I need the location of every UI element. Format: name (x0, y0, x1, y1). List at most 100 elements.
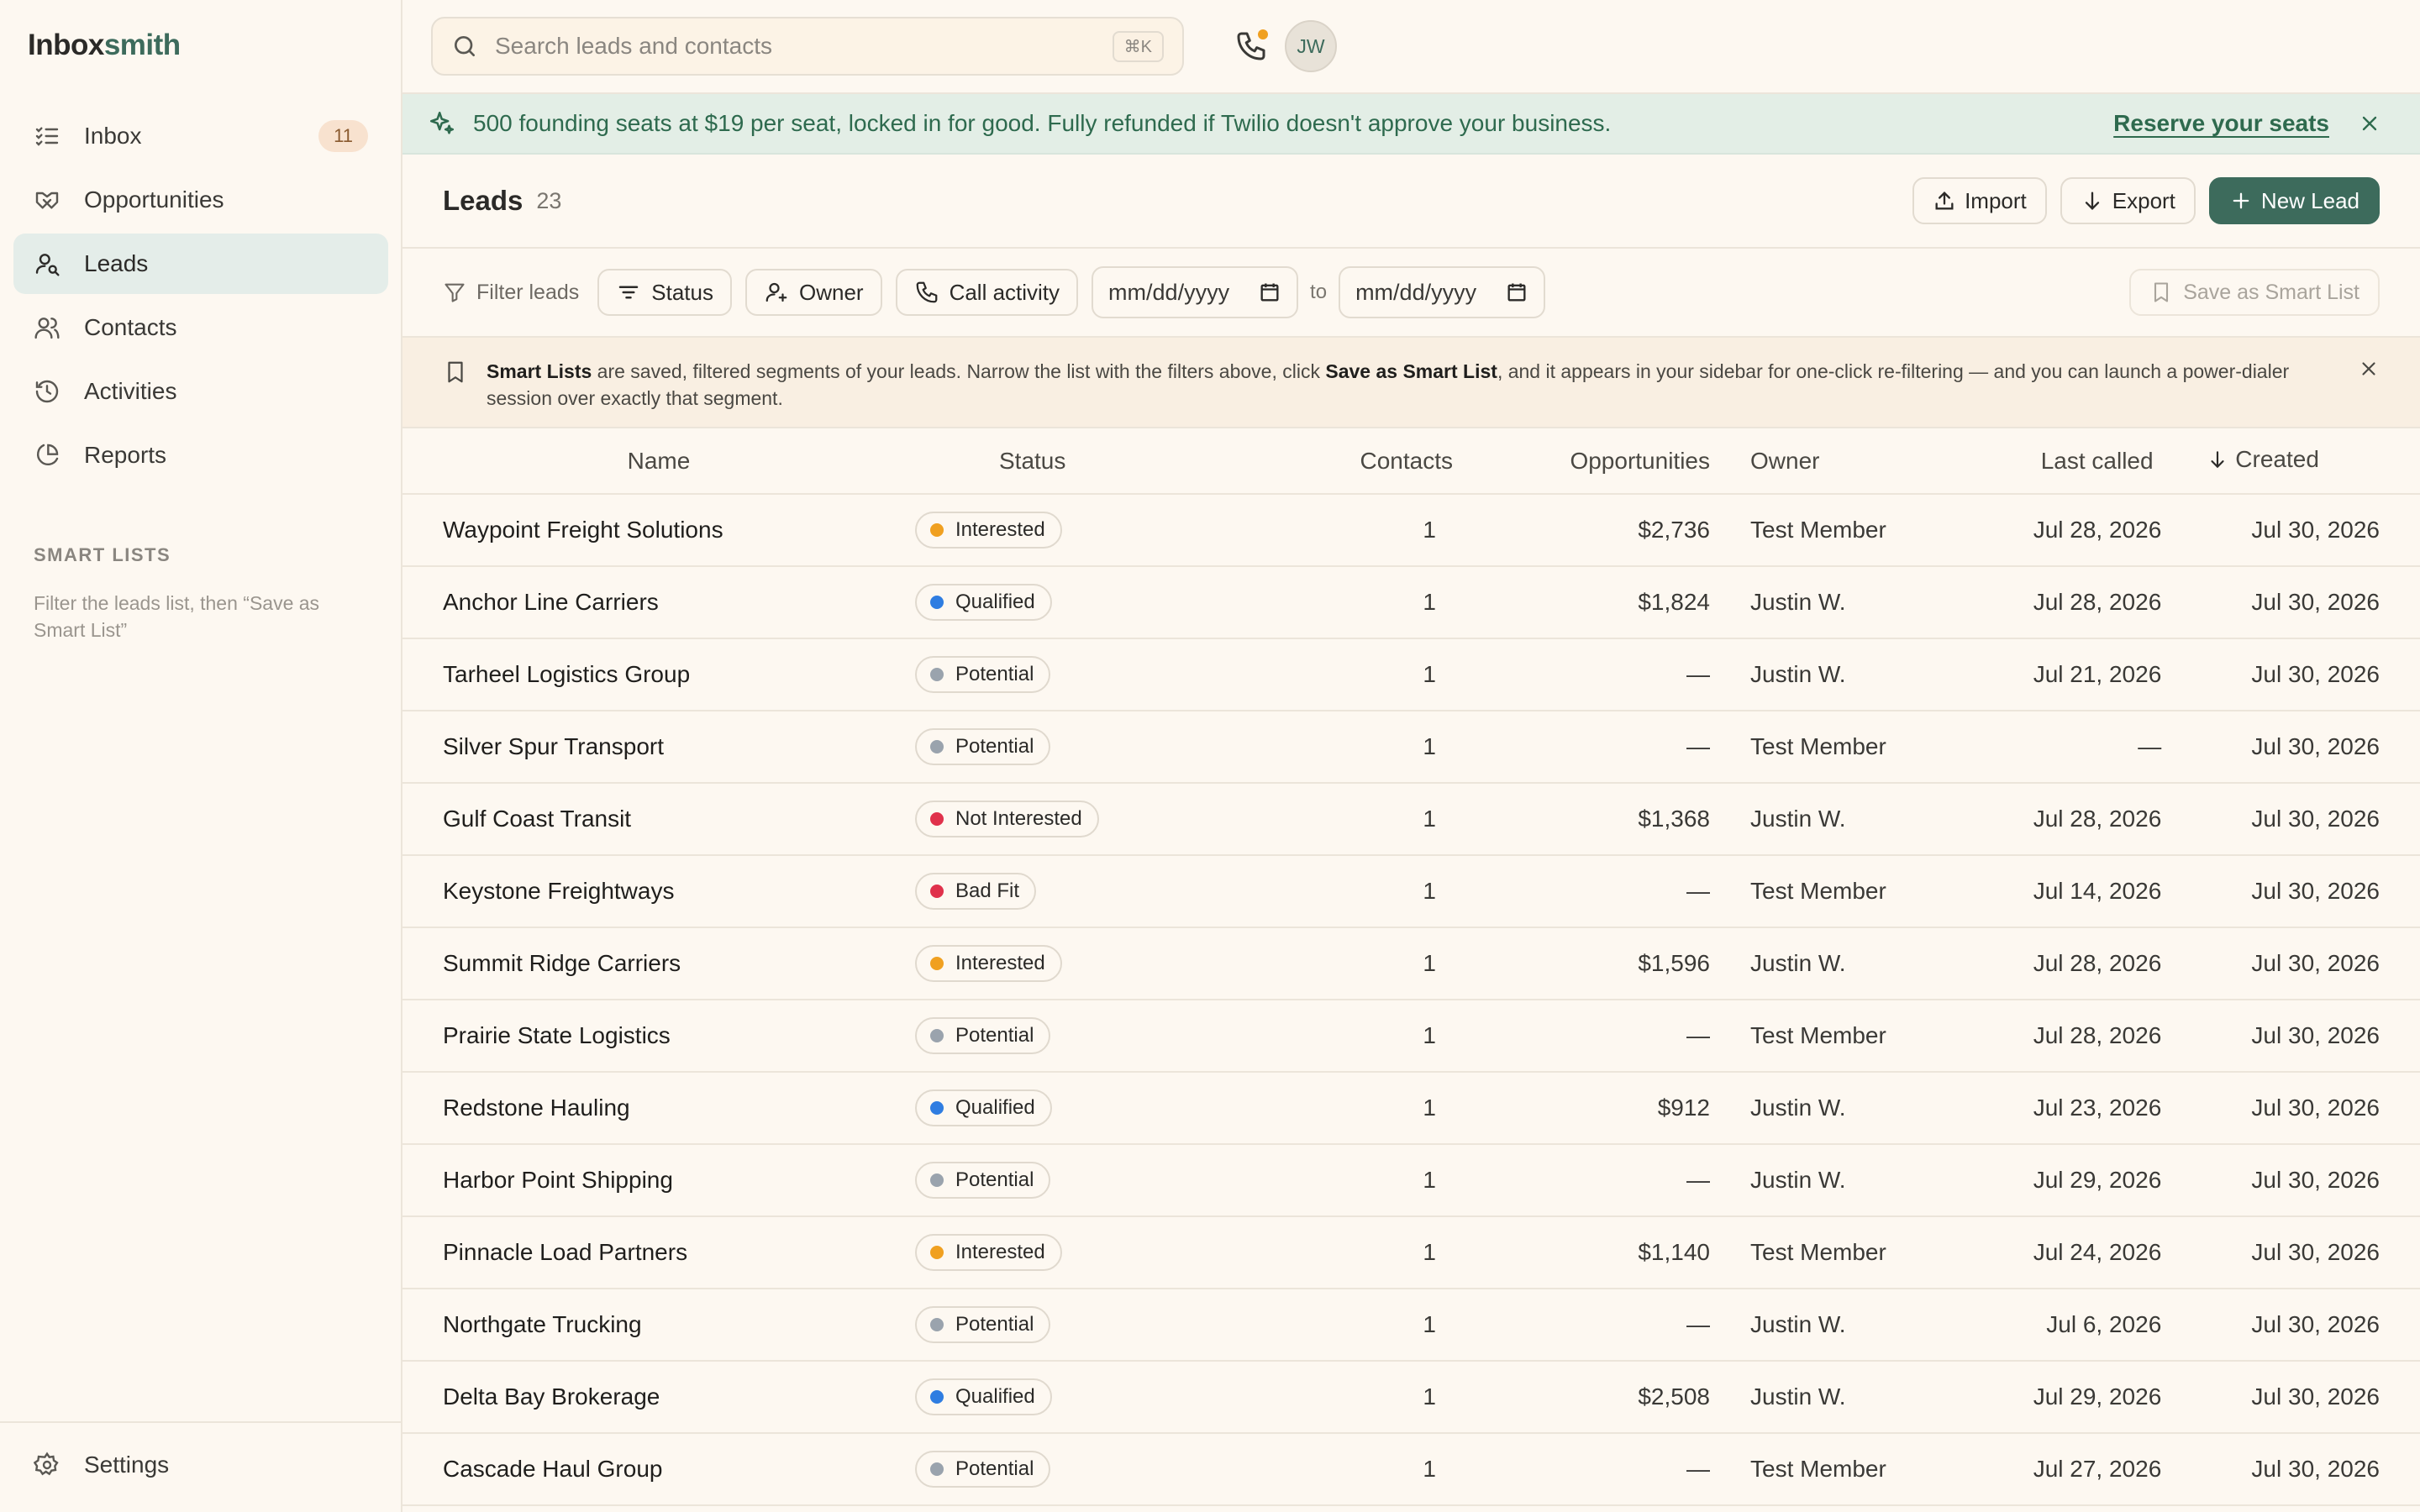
lead-name[interactable]: Waypoint Freight Solutions (402, 494, 915, 566)
lead-name[interactable]: Pinnacle Load Partners (402, 1216, 915, 1289)
date-to-input[interactable]: mm/dd/yyyy (1339, 266, 1546, 318)
lead-name[interactable]: Silver Spur Transport (402, 711, 915, 783)
status-cell: Potential (915, 711, 1117, 783)
column-opportunities[interactable]: Opportunities (1453, 428, 1710, 494)
contacts-count: 1 (1423, 1456, 1436, 1482)
owner-name: Justin W. (1750, 589, 1846, 615)
table-row[interactable]: Waypoint Freight Solutions Interested 1 $2,… (402, 494, 2420, 566)
table-row[interactable]: Summit Ridge Carriers Interested 1 $1,596 Ju… (402, 927, 2420, 1000)
close-icon[interactable] (2358, 358, 2380, 380)
status-label: Potential (955, 1168, 1034, 1191)
status-label: Potential (955, 1024, 1034, 1047)
table-row[interactable]: Delta Bay Brokerage Qualified 1 $2,508 Justi… (402, 1361, 2420, 1433)
column-name[interactable]: Name (402, 428, 915, 494)
lead-name[interactable]: Keystone Freightways (402, 855, 915, 927)
calendar-icon[interactable] (1505, 281, 1528, 304)
column-contacts[interactable]: Contacts (1117, 428, 1454, 494)
sidebar-item-label: Opportunities (84, 186, 224, 213)
opportunities-value: — (1686, 1022, 1710, 1048)
lead-name[interactable]: Delta Bay Brokerage (402, 1361, 915, 1433)
owner-name: Justin W. (1750, 1167, 1846, 1193)
created-date: Jul 30, 2026 (2251, 1239, 2380, 1265)
brand-logo[interactable]: Inboxsmith (28, 29, 181, 62)
last-called-date: Jul 28, 2026 (2033, 1022, 2162, 1048)
last-called-date: Jul 24, 2026 (2033, 1239, 2162, 1265)
lead-name[interactable]: Tarheel Logistics Group (402, 638, 915, 711)
date-from-input[interactable]: mm/dd/yyyy (1092, 266, 1299, 318)
opportunities-value: $2,508 (1638, 1383, 1710, 1410)
lead-name[interactable]: Cascade Haul Group (402, 1433, 915, 1505)
upload-icon (1935, 192, 1954, 210)
table-row[interactable]: Cascade Haul Group Potential 1 — Test Member… (402, 1433, 2420, 1505)
lead-name[interactable]: Harbor Point Shipping (402, 1144, 915, 1216)
import-button[interactable]: Import (1912, 177, 2047, 224)
created-date: Jul 30, 2026 (2251, 1167, 2380, 1193)
column-status[interactable]: Status (915, 428, 1117, 494)
close-icon[interactable] (2358, 112, 2381, 135)
column-created[interactable]: Created (2207, 428, 2420, 494)
call-activity-filter[interactable]: Call activity (895, 269, 1079, 316)
avatar[interactable]: JW (1285, 20, 1337, 72)
sidebar-item-leads[interactable]: Leads (13, 234, 388, 294)
created-date: Jul 30, 2026 (2251, 1311, 2380, 1337)
settings-label: Settings (84, 1452, 170, 1478)
export-button[interactable]: Export (2060, 177, 2196, 224)
import-label: Import (1965, 187, 2027, 213)
lead-name[interactable]: Redstone Hauling (402, 1072, 915, 1144)
column-last-called[interactable]: Last called (1987, 428, 2207, 494)
table-row[interactable]: Redstone Hauling Qualified 1 $912 Justin W. J… (402, 1072, 2420, 1144)
search-input[interactable]: Search leads and contacts ⌘K (431, 17, 1184, 76)
created-date: Jul 30, 2026 (2251, 950, 2380, 976)
last-called-date: Jul 27, 2026 (2033, 1456, 2162, 1482)
created-date: Jul 30, 2026 (2251, 806, 2380, 832)
sidebar-item-reports[interactable]: Reports (13, 425, 388, 486)
table-row[interactable]: Northgate Trucking Potential 1 — Justin W. Ju… (402, 1289, 2420, 1361)
table-row[interactable]: Gulf Coast Transit Not Interested 1 $1,368 J… (402, 783, 2420, 855)
status-badge: Interested (915, 1234, 1062, 1271)
sidebar-item-opportunities[interactable]: Opportunities (13, 170, 388, 230)
table-header: Name Status Contacts Opportunities Owner… (402, 428, 2420, 494)
column-owner[interactable]: Owner (1710, 428, 1987, 494)
gear-icon (34, 1452, 59, 1476)
table-row[interactable]: Harbor Point Shipping Potential 1 — Justin W… (402, 1144, 2420, 1216)
owner-filter[interactable]: Owner (744, 269, 882, 316)
last-called-date: Jul 23, 2026 (2033, 1095, 2162, 1121)
opportunities-value: $1,368 (1638, 806, 1710, 832)
sidebar-item-contacts[interactable]: Contacts (13, 297, 388, 358)
list-check-icon (35, 127, 59, 146)
status-filter[interactable]: Status (597, 269, 732, 316)
owner-name: Justin W. (1750, 1095, 1846, 1121)
lead-name[interactable]: Prairie State Logistics (402, 1000, 915, 1072)
lead-name[interactable]: Gulf Coast Transit (402, 783, 915, 855)
status-dot (930, 668, 944, 681)
settings-link[interactable]: Settings (34, 1452, 169, 1478)
save-smart-list-button[interactable]: Save as Smart List (2129, 269, 2380, 316)
status-cell: Qualified (915, 1361, 1117, 1433)
opportunities-value: — (1686, 1456, 1710, 1482)
dialer-button[interactable] (1234, 29, 1268, 63)
table-row[interactable]: Prairie State Logistics Potential 1 — Test M… (402, 1000, 2420, 1072)
filter-label-text: Filter leads (476, 280, 580, 304)
created-date: Jul 30, 2026 (2251, 878, 2380, 904)
arrow-down-icon (2085, 192, 2099, 210)
lead-name[interactable]: Summit Ridge Carriers (402, 927, 915, 1000)
sidebar-item-inbox[interactable]: Inbox 11 (13, 106, 388, 166)
sidebar-item-label: Leads (84, 250, 149, 276)
table-row[interactable]: Pinnacle Load Partners Interested 1 $1,140 T… (402, 1216, 2420, 1289)
table-row[interactable]: Tarheel Logistics Group Potential 1 — Justin… (402, 638, 2420, 711)
status-dot (930, 1462, 944, 1476)
lead-name[interactable]: Anchor Line Carriers (402, 566, 915, 638)
sidebar-item-activities[interactable]: Activities (13, 361, 388, 422)
sparkles-icon (429, 111, 455, 134)
table-row[interactable]: Silver Spur Transport Potential 1 — Test Mem… (402, 711, 2420, 783)
new-lead-button[interactable]: New Lead (2208, 177, 2380, 224)
status-badge: Potential (915, 1306, 1051, 1343)
reserve-seats-link[interactable]: Reserve your seats (2113, 110, 2329, 137)
search-shortcut: ⌘K (1112, 30, 1164, 62)
status-cell: Interested (915, 927, 1117, 1000)
lead-name[interactable]: Northgate Trucking (402, 1289, 915, 1361)
calendar-icon[interactable] (1258, 281, 1281, 304)
status-cell: Bad Fit (915, 855, 1117, 927)
table-row[interactable]: Keystone Freightways Bad Fit 1 — Test Member… (402, 855, 2420, 927)
table-row[interactable]: Anchor Line Carriers Qualified 1 $1,824 Just… (402, 566, 2420, 638)
